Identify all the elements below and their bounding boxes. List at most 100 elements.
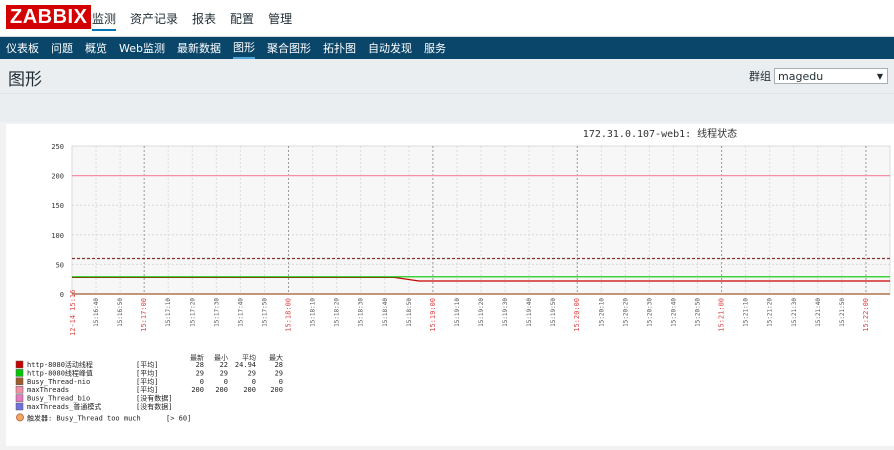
legend-value: 22 <box>220 361 228 369</box>
submenu-screens[interactable]: 聚合图形 <box>267 38 311 58</box>
group-filter-label: 群组 <box>749 70 771 83</box>
submenu-graphs[interactable]: 图形 <box>232 37 255 59</box>
legend-swatch <box>15 377 24 386</box>
x-tick-label: 15:18:50 <box>406 298 413 327</box>
filter-band <box>0 94 894 122</box>
x-tick-label: 15:18:20 <box>334 298 341 327</box>
y-tick-label: 50 <box>56 261 64 269</box>
page-title: 图形 <box>8 70 42 90</box>
x-tick-label: 15:17:00 <box>140 298 148 332</box>
y-tick-label: 250 <box>51 143 64 151</box>
group-select-value: magedu <box>778 70 824 83</box>
menu-inventory[interactable]: 资产记录 <box>130 10 178 31</box>
legend-series-name: maxThreads <box>27 386 69 394</box>
legend-value: 200 <box>191 386 204 394</box>
legend-series-name: http-8080线程峰值 <box>27 368 93 377</box>
x-tick-label: 15:16:40 <box>93 298 100 327</box>
y-tick-label: 100 <box>51 232 64 240</box>
legend-value: 200 <box>270 386 283 394</box>
legend-value: 29 <box>275 369 283 377</box>
x-tick-label: 15:16:50 <box>117 298 124 327</box>
x-tick-label: 15:19:00 <box>429 298 437 332</box>
group-filter: 群组 magedu ▼ <box>749 68 888 84</box>
x-tick-label: 15:18:00 <box>285 298 293 332</box>
x-tick-label: 15:21:40 <box>815 298 822 327</box>
x-tick-label: 15:19:50 <box>550 298 557 327</box>
x-tick-label: 15:20:00 <box>573 298 581 332</box>
submenu-services[interactable]: 服务 <box>424 38 446 58</box>
x-tick-label: 15:18:10 <box>310 298 317 327</box>
submenu-dashboard[interactable]: 仪表板 <box>6 38 39 58</box>
y-tick-label: 200 <box>51 173 64 181</box>
x-tick-label: 15:19:30 <box>502 298 509 327</box>
legend-swatch <box>15 360 24 369</box>
legend-value: 0 <box>224 378 228 386</box>
legend-series-agg: [平均] <box>136 385 158 394</box>
trigger-condition: [> 60] <box>166 414 191 422</box>
legend-series-agg: [没有数据] <box>136 402 172 411</box>
menu-monitoring[interactable]: 监测 <box>92 10 117 31</box>
zabbix-logo[interactable]: ZABBIX <box>6 5 92 29</box>
legend-series-name: http-8080活动线程 <box>27 360 93 369</box>
y-tick-label: 0 <box>60 291 64 299</box>
graph-panel: 172.31.0.107-web1: 线程状态 0 50 100 150 200 250 1… <box>6 124 894 446</box>
trigger-label: 触发器: Busy_Thread too much <box>27 413 141 422</box>
submenu-maps[interactable]: 拓扑图 <box>323 38 356 58</box>
legend-swatch <box>15 369 24 377</box>
legend-series-agg: [没有数据] <box>136 394 172 403</box>
x-tick-label: 15:17:40 <box>237 298 244 327</box>
submenu-overview[interactable]: 概览 <box>85 38 107 58</box>
x-tick-label: 15:19:40 <box>526 298 533 327</box>
sub-menu: 仪表板 问题 概览 Web监测 最新数据 图形 聚合图形 拓扑图 自动发现 服务 <box>0 37 894 59</box>
legend-value: 28 <box>196 361 204 369</box>
x-tick-label: 15:21:00 <box>718 298 726 332</box>
menu-administration[interactable]: 管理 <box>268 10 292 31</box>
legend-series-name: Busy_Thread_bio <box>27 395 90 403</box>
x-tick-label: 15:21:20 <box>767 298 774 327</box>
thread-status-chart[interactable]: 172.31.0.107-web1: 线程状态 0 50 100 150 200 250 1… <box>6 124 894 446</box>
legend-value: 29 <box>220 369 228 377</box>
x-tick-label: 15:21:50 <box>839 298 846 327</box>
x-tick-label: 15:17:10 <box>165 298 172 327</box>
x-tick-label: 15:17:20 <box>189 298 196 327</box>
x-tick-label: 15:20:20 <box>622 298 629 327</box>
menu-reports[interactable]: 报表 <box>192 10 216 31</box>
x-tick-label: 15:18:40 <box>382 298 389 327</box>
x-tick-label: 15:20:50 <box>695 298 702 327</box>
chart-title: 172.31.0.107-web1: 线程状态 <box>583 127 737 140</box>
x-tick-label: 15:20:30 <box>646 298 653 327</box>
x-start-label: 12-14 15:16 <box>69 290 77 336</box>
chevron-down-icon: ▼ <box>876 72 883 81</box>
x-tick-label: 15:19:10 <box>454 298 461 327</box>
x-tick-label: 15:17:30 <box>213 298 220 327</box>
legend-series-agg: [平均] <box>136 360 158 369</box>
x-tick-label: 15:20:40 <box>670 298 677 327</box>
legend-value: 29 <box>248 369 256 377</box>
legend-swatch <box>15 402 24 411</box>
x-tick-label: 15:18:30 <box>358 298 365 327</box>
x-tick-label: 15:19:20 <box>478 298 485 327</box>
x-tick-label: 15:22:00 <box>862 298 870 332</box>
x-tick-label: 15:21:10 <box>743 298 750 327</box>
submenu-problems[interactable]: 问题 <box>51 38 73 58</box>
legend-value: 0 <box>279 378 283 386</box>
submenu-web[interactable]: Web监测 <box>119 38 165 58</box>
main-menu: 监测 资产记录 报表 配置 管理 <box>92 10 292 31</box>
legend-series-agg: [平均] <box>136 377 158 386</box>
legend-value: 28 <box>275 361 283 369</box>
legend-value: 0 <box>200 378 204 386</box>
top-bar: ZABBIX 监测 资产记录 报表 配置 管理 <box>0 0 894 37</box>
page-header: 图形 群组 magedu ▼ <box>0 59 894 94</box>
legend-value: 0 <box>252 378 256 386</box>
legend-series-name: Busy_Thread-nio <box>27 378 90 386</box>
group-select[interactable]: magedu ▼ <box>774 68 888 84</box>
legend-series-name: maxThreads_普通模式 <box>27 402 101 411</box>
submenu-latest-data[interactable]: 最新数据 <box>177 38 221 58</box>
legend-value: 24.94 <box>235 361 256 369</box>
menu-configuration[interactable]: 配置 <box>230 10 254 31</box>
legend-value: 200 <box>215 386 228 394</box>
submenu-discovery[interactable]: 自动发现 <box>368 38 412 58</box>
legend-value: 200 <box>243 386 256 394</box>
y-tick-label: 150 <box>51 202 64 210</box>
legend-value: 29 <box>196 369 204 377</box>
